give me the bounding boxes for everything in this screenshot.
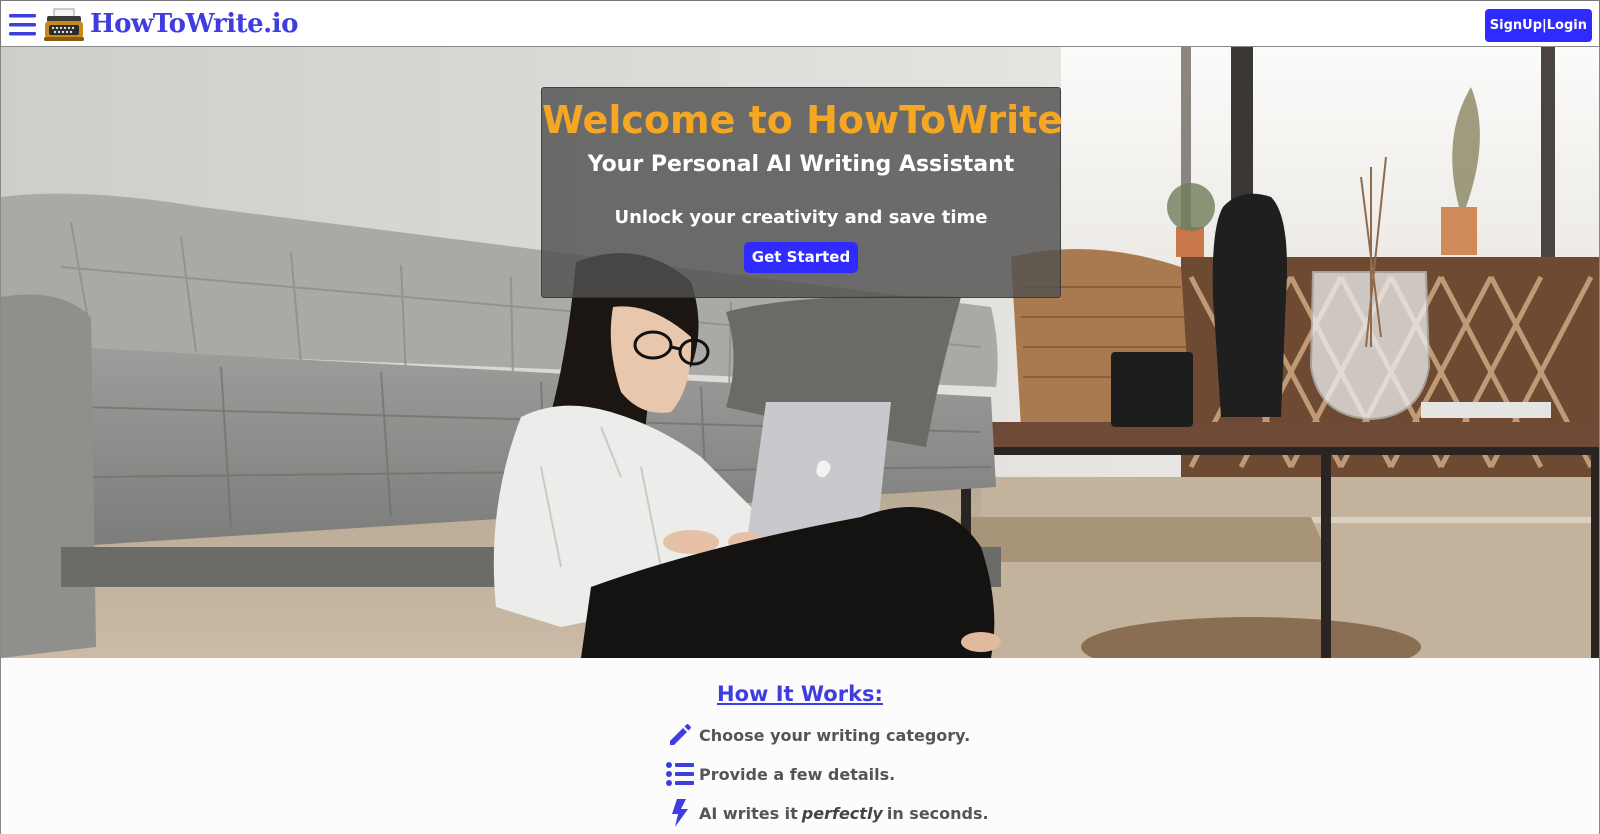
step-text: AI writes it perfectly in seconds.: [699, 804, 989, 823]
list-icon: [665, 759, 695, 789]
pencil-icon: [665, 720, 695, 750]
how-it-works-title[interactable]: How It Works:: [1, 680, 1599, 708]
how-it-works-section: How It Works: Choose your writing catego…: [0, 658, 1600, 834]
hero-section: Welcome to HowToWrite Your Personal AI W…: [0, 47, 1600, 658]
step-text-emphasis: perfectly: [801, 803, 883, 823]
step-item: Choose your writing category.: [665, 720, 970, 750]
step-text: Provide a few details.: [699, 764, 896, 784]
hero-subtitle: Your Personal AI Writing Assistant: [587, 152, 1015, 177]
signup-login-button[interactable]: SignUp|Login: [1484, 9, 1592, 42]
step-text-after: in seconds.: [886, 803, 989, 823]
step-text-before: AI writes it: [699, 803, 798, 823]
brand-logo-text[interactable]: HowToWrite.io: [90, 6, 298, 42]
hero-card: Welcome to HowToWrite Your Personal AI W…: [541, 87, 1064, 298]
typewriter-logo-icon[interactable]: [43, 7, 85, 43]
hero-tagline: Unlock your creativity and save time: [614, 207, 988, 228]
step-item: AI writes it perfectly in seconds.: [665, 798, 989, 828]
hero-title: Welcome to HowToWrite: [542, 98, 1064, 142]
step-item: Provide a few details.: [665, 759, 895, 789]
lightning-bolt-icon: [665, 798, 695, 828]
get-started-button[interactable]: Get Started: [743, 242, 859, 273]
top-navbar: HowToWrite.io SignUp|Login: [0, 0, 1600, 47]
step-text: Choose your writing category.: [699, 725, 971, 745]
hamburger-menu-icon[interactable]: [9, 13, 36, 37]
